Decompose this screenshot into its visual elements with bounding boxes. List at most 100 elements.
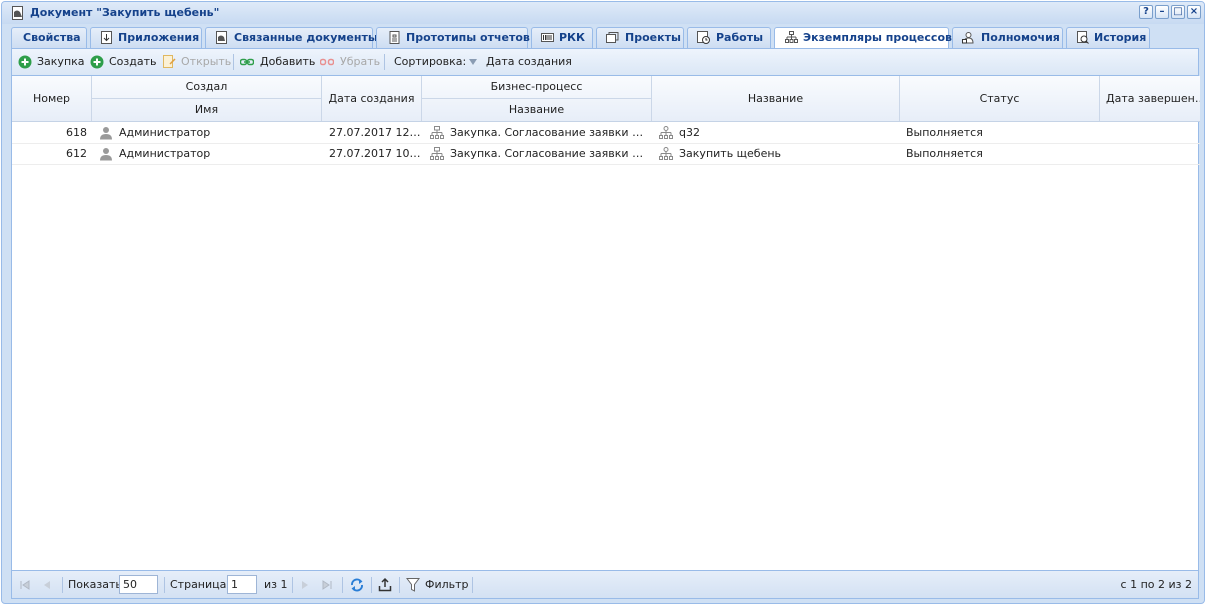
report-icon bbox=[389, 31, 400, 44]
tab-label: Полномочия bbox=[981, 31, 1060, 44]
header-divider bbox=[422, 98, 652, 99]
tab-label: Проекты bbox=[625, 31, 681, 44]
process-icon bbox=[430, 126, 444, 139]
zakupka-button[interactable]: Закупка bbox=[18, 54, 85, 70]
table-row[interactable]: 612 Администратор 27.07.2017 10:34 Закуп… bbox=[12, 144, 1200, 165]
tab-projects[interactable]: Проекты bbox=[596, 27, 684, 48]
tab-attachments[interactable]: Приложения bbox=[90, 27, 202, 48]
remove-button[interactable]: Убрать bbox=[320, 54, 381, 70]
cell-business-process: Закупка. Согласование заявки на за… bbox=[430, 123, 648, 143]
create-button[interactable]: Создать bbox=[90, 54, 157, 70]
page-number-input[interactable] bbox=[227, 575, 257, 594]
cell-creator: Администратор bbox=[99, 123, 319, 143]
creator-name: Администратор bbox=[119, 126, 211, 139]
tab-label: История bbox=[1094, 31, 1147, 44]
col-number[interactable]: Номер bbox=[12, 76, 92, 121]
filter-label: Фильтр bbox=[425, 578, 469, 591]
cell-end-date bbox=[1106, 144, 1196, 164]
pager-separator bbox=[164, 577, 165, 593]
process-icon bbox=[430, 147, 444, 160]
window-title: Документ "Закупить щебень" bbox=[30, 6, 220, 19]
tab-linked-documents[interactable]: Связанные документы bbox=[205, 27, 378, 48]
process-title: Закупить щебень bbox=[679, 147, 782, 160]
tab-permissions[interactable]: Полномочия bbox=[952, 27, 1063, 48]
col-creator-name[interactable]: Имя bbox=[92, 99, 322, 121]
prev-page-icon[interactable] bbox=[40, 578, 54, 592]
create-label: Создать bbox=[109, 55, 157, 68]
maximize-button[interactable]: □ bbox=[1171, 5, 1185, 19]
tab-tasks[interactable]: Работы bbox=[687, 27, 771, 48]
first-page-icon[interactable] bbox=[18, 578, 32, 592]
process-instance-icon bbox=[659, 147, 673, 160]
tab-label: РКК bbox=[559, 31, 586, 44]
refresh-icon[interactable] bbox=[349, 577, 365, 593]
sort-desc-icon bbox=[469, 59, 477, 65]
attachment-icon bbox=[101, 31, 112, 44]
col-title[interactable]: Название bbox=[652, 76, 900, 121]
plus-circle-icon bbox=[90, 55, 104, 69]
permissions-icon bbox=[962, 32, 974, 44]
tasks-icon bbox=[697, 31, 710, 44]
tab-history[interactable]: История bbox=[1066, 27, 1150, 48]
filter-button[interactable]: Фильтр bbox=[406, 577, 469, 593]
link-icon bbox=[240, 58, 254, 66]
col-group-business-process: Бизнес-процесс bbox=[422, 76, 652, 98]
toolbar-separator bbox=[233, 54, 234, 70]
col-end-date[interactable]: Дата завершен… bbox=[1100, 76, 1200, 121]
add-button[interactable]: Добавить bbox=[240, 54, 315, 70]
open-button[interactable]: Открыть bbox=[162, 54, 231, 70]
help-button[interactable]: ? bbox=[1139, 5, 1153, 19]
tab-report-prototypes[interactable]: Прототипы отчетов bbox=[376, 27, 530, 48]
next-page-icon[interactable] bbox=[298, 578, 312, 592]
table-row[interactable]: 618 Администратор 27.07.2017 12:42 Закуп… bbox=[12, 123, 1200, 144]
tab-rkk[interactable]: РКК bbox=[531, 27, 593, 48]
projects-icon bbox=[606, 32, 619, 43]
page-label: Страница bbox=[170, 578, 227, 591]
page-count-label: из 1 bbox=[264, 578, 288, 591]
close-button[interactable]: × bbox=[1187, 5, 1201, 19]
last-page-icon[interactable] bbox=[320, 578, 334, 592]
cell-title: Закупить щебень bbox=[659, 144, 895, 164]
cell-status: Выполняется bbox=[906, 126, 983, 139]
tab-label: Связанные документы bbox=[234, 31, 378, 44]
export-icon[interactable] bbox=[377, 577, 393, 593]
user-icon bbox=[100, 148, 112, 161]
cell-created-date: 27.07.2017 10:34 bbox=[329, 147, 421, 160]
col-created-date[interactable]: Дата создания bbox=[322, 76, 422, 121]
history-icon bbox=[1077, 31, 1089, 44]
cell-business-process: Закупка. Согласование заявки на за… bbox=[430, 144, 648, 164]
minimize-button[interactable]: – bbox=[1155, 5, 1169, 19]
records-summary: с 1 по 2 из 2 bbox=[1120, 578, 1192, 591]
col-bp-name[interactable]: Название bbox=[422, 99, 652, 121]
pager-separator bbox=[472, 577, 473, 593]
creator-name: Администратор bbox=[119, 147, 211, 160]
process-instance-icon bbox=[659, 126, 673, 139]
tab-strip: Свойства Приложения Связанные документы … bbox=[11, 27, 1195, 49]
user-icon bbox=[100, 127, 112, 140]
tab-properties[interactable]: Свойства bbox=[11, 27, 87, 48]
sort-field-button[interactable]: Дата создания bbox=[468, 54, 572, 70]
tab-label: Работы bbox=[716, 31, 764, 44]
page-size-input[interactable] bbox=[119, 575, 158, 594]
filter-icon bbox=[406, 578, 420, 592]
cell-status: Выполняется bbox=[906, 147, 983, 160]
zakupka-label: Закупка bbox=[37, 55, 85, 68]
tab-process-instances[interactable]: Экземпляры процессов bbox=[774, 27, 952, 49]
process-title: q32 bbox=[679, 126, 700, 139]
cell-number: 618 bbox=[66, 126, 87, 139]
col-status[interactable]: Статус bbox=[900, 76, 1100, 121]
sort-field-label: Дата создания bbox=[486, 55, 572, 68]
page-size-label: Показать bbox=[68, 578, 122, 591]
sort-label: Сортировка: bbox=[394, 55, 467, 68]
window-titlebar: Документ "Закупить щебень" ? – □ × bbox=[2, 2, 1204, 24]
tab-label: Свойства bbox=[23, 31, 81, 44]
barcode-icon bbox=[541, 33, 554, 42]
header-divider bbox=[92, 98, 322, 99]
pagination-bar: Показать Страница из 1 Фильтр с 1 по 2 и… bbox=[12, 570, 1198, 598]
business-process-name: Закупка. Согласование заявки на за… bbox=[450, 147, 648, 160]
tab-label: Экземпляры процессов bbox=[803, 31, 952, 44]
cell-number: 612 bbox=[66, 147, 87, 160]
remove-label: Убрать bbox=[340, 55, 381, 68]
pager-separator bbox=[371, 577, 372, 593]
pager-separator bbox=[62, 577, 63, 593]
